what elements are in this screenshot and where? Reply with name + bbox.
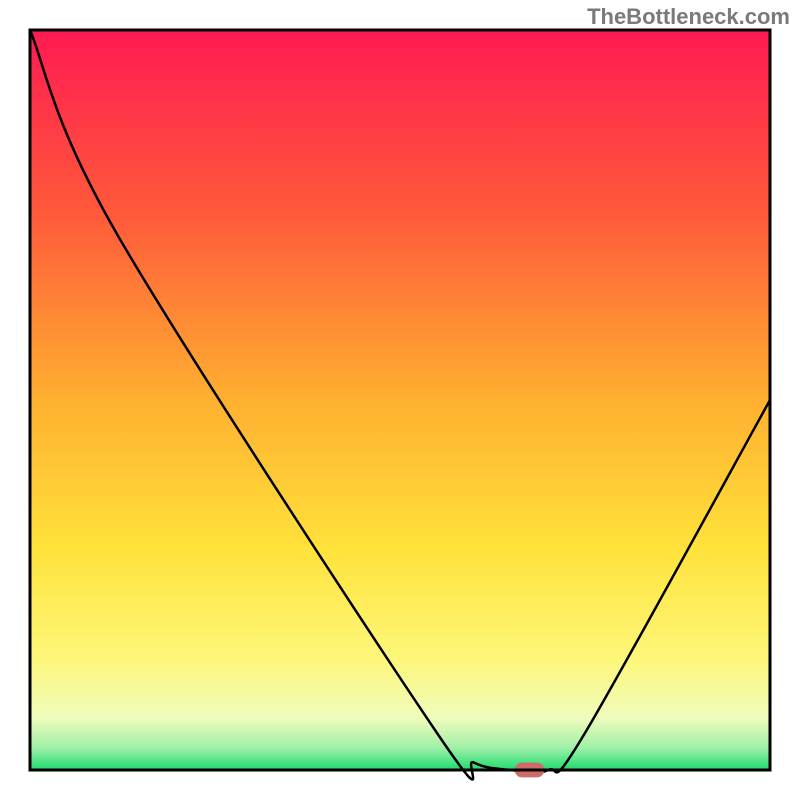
plot-area: [30, 30, 770, 780]
watermark-text: TheBottleneck.com: [587, 4, 790, 30]
bottleneck-chart: TheBottleneck.com: [0, 0, 800, 800]
chart-svg: [0, 0, 800, 800]
gradient-background: [30, 30, 770, 770]
